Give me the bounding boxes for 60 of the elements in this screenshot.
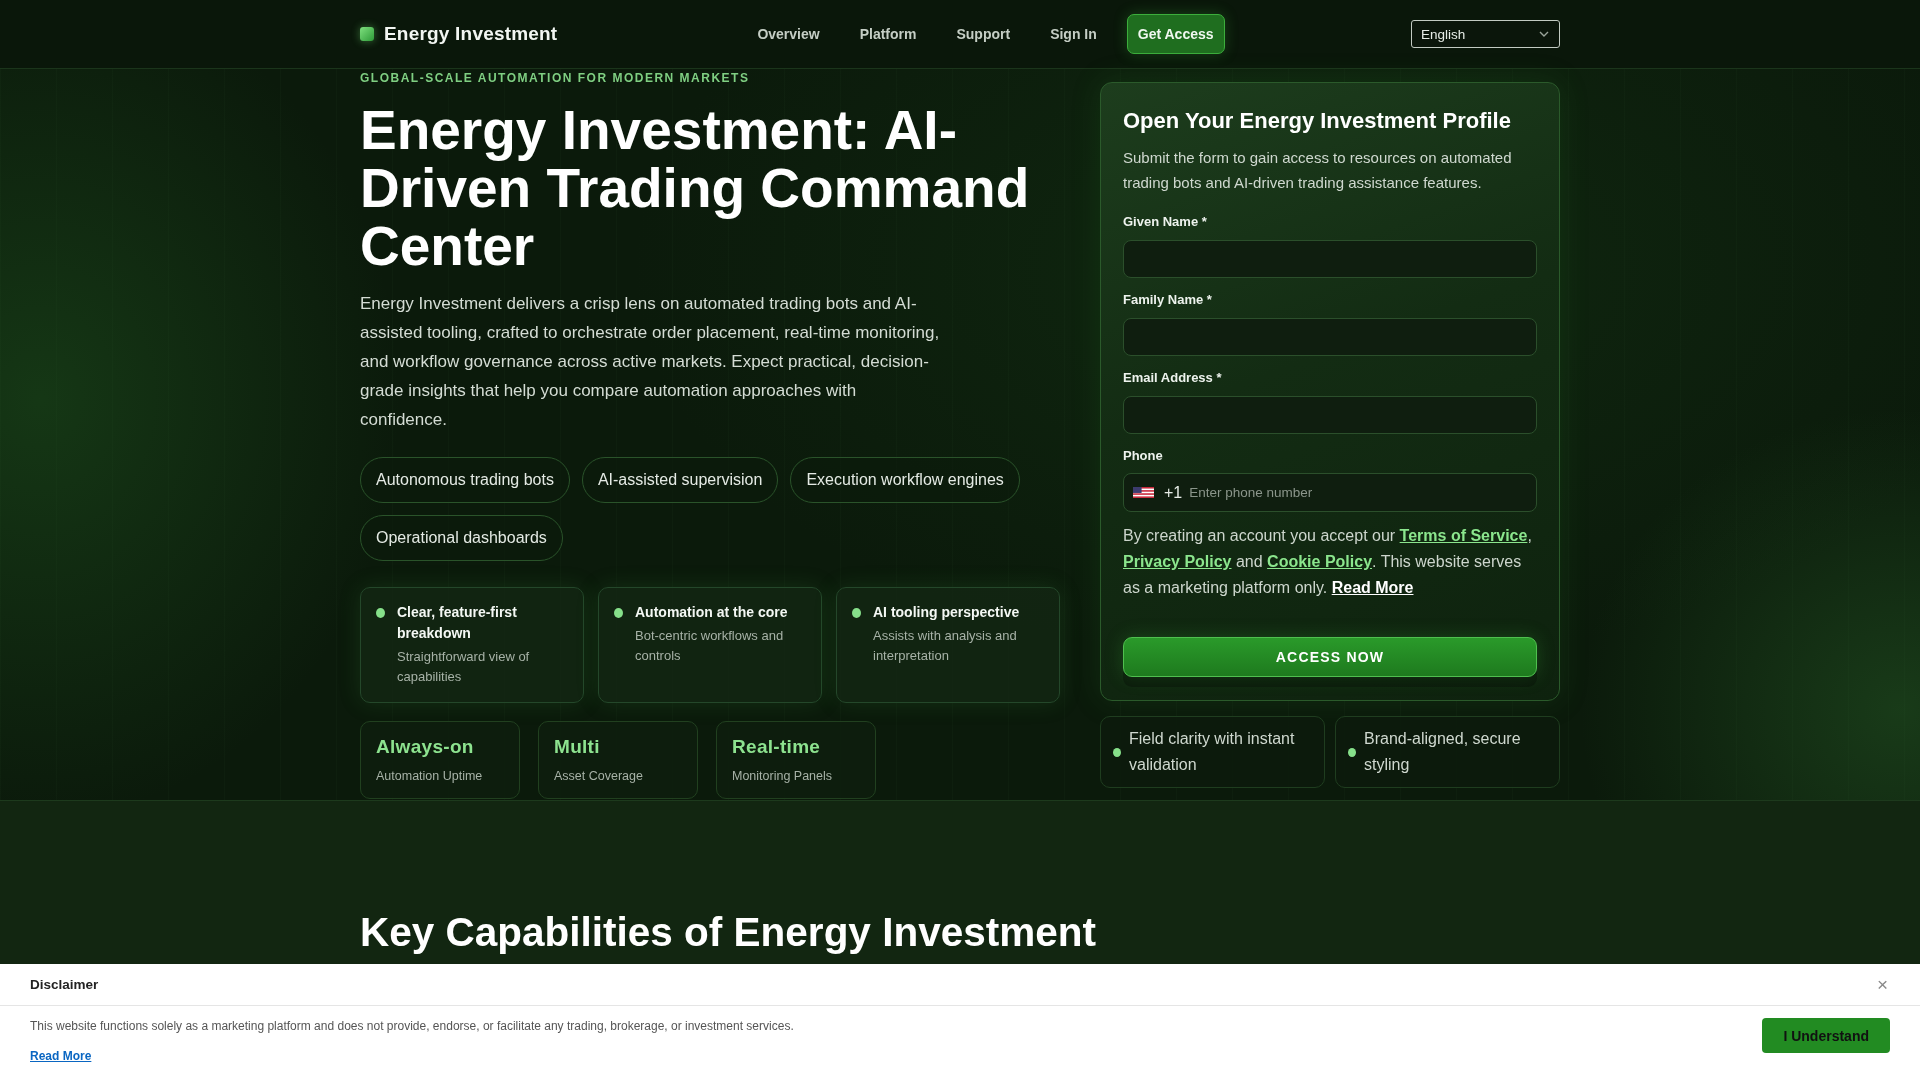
dot-icon [614, 608, 623, 618]
field-label: Email Address * [1123, 370, 1223, 386]
form-title: Open Your Energy Investment Profile [1123, 107, 1512, 135]
topic-tag: Execution workflow engines [790, 457, 1020, 503]
get-access-button[interactable]: Get Access [1126, 14, 1225, 54]
stat-value: Always-on [376, 735, 475, 759]
hero-title: Energy Investment: AI-Driven Trading Command Center [360, 101, 1031, 275]
logo-icon [360, 27, 374, 41]
field-label: Phone [1123, 448, 1164, 464]
highlight-text: Field clarity with instant validation [1129, 729, 1296, 775]
policy-link[interactable]: Terms of Service [1399, 527, 1528, 544]
flag-icon [1133, 487, 1154, 498]
dot-icon [852, 608, 861, 618]
hero-description: Energy Investment delivers a crisp lens on automated trading bots and AI-assisted tooling, crafted to orchestrate order placement, real-time monitoring, and workflow governance across active markets. Expect practical, decision-grade insights that help you compare automation approaches with confidence. [360, 293, 941, 431]
policy-link[interactable]: Privacy Policy [1123, 553, 1232, 570]
read-more-link[interactable]: Read More [1331, 579, 1414, 596]
feature-description: Bot-centric workflows and controls [635, 627, 785, 665]
topic-tag: Autonomous trading bots [360, 457, 570, 503]
feature-title: AI tooling perspective [873, 603, 1021, 622]
language-select[interactable]: English [1411, 20, 1560, 48]
brand-name[interactable]: Energy Investment [384, 23, 558, 45]
disclaimer-title: Disclaimer [30, 977, 99, 992]
dot-icon [1113, 747, 1121, 757]
stat-label: Monitoring Panels [732, 768, 834, 785]
nav-link[interactable]: Support [956, 26, 1011, 42]
section-heading: Key Capabilities of Energy Investment [360, 908, 1097, 956]
close-button[interactable]: × [1876, 974, 1888, 995]
nav-link[interactable]: Sign In [1050, 26, 1097, 42]
feature-title: Automation at the core [635, 603, 789, 622]
consent-text: By creating an account you accept our Terms of Service, Privacy Policy and Cookie Policy. This website serves as a marketing platform only. Read More [1123, 526, 1533, 598]
dot-icon [376, 608, 385, 618]
highlight-text: Brand-aligned, secure styling [1364, 729, 1522, 775]
topic-tag: Operational dashboards [360, 515, 563, 561]
caret-icon [1539, 31, 1549, 37]
feature-description: Assists with analysis and interpretation [873, 627, 1018, 665]
form-subtitle: Submit the form to gain access to resources on automated trading bots and AI-driven trading assistance features. [1123, 148, 1513, 193]
disclaimer-text: This website functions solely as a marketing platform and does not provide, endorse, or facilitate any trading, brokerage, or investment services. [30, 1018, 794, 1034]
input-field[interactable] [1123, 396, 1537, 434]
access-now-button[interactable]: ACCESS NOW [1123, 637, 1537, 677]
stat-value: Multi [554, 735, 601, 759]
read-more-link[interactable]: Read More [30, 1048, 92, 1064]
nav-link[interactable]: Overview [757, 26, 820, 42]
topic-tag: AI-assisted supervision [581, 457, 779, 503]
phone-field[interactable]: +1 Enter phone number [1123, 473, 1537, 512]
nav-link[interactable]: Platform [859, 26, 917, 42]
eyebrow-text: GLOBAL-SCALE AUTOMATION FOR MODERN MARKETS [360, 70, 751, 86]
field-label: Given Name * [1123, 214, 1208, 230]
feature-title: Clear, feature-first breakdown [397, 603, 518, 643]
feature-description: Straightforward view of capabilities [397, 648, 531, 686]
stat-label: Automation Uptime [376, 768, 484, 785]
stat-value: Real-time [732, 735, 822, 759]
understand-button[interactable]: I Understand [1762, 1018, 1890, 1053]
policy-link[interactable]: Cookie Policy [1267, 553, 1373, 570]
phone-number-input[interactable]: Enter phone number [1189, 482, 1527, 503]
input-field[interactable] [1123, 240, 1537, 278]
dot-icon [1348, 747, 1356, 757]
field-label: Family Name * [1123, 292, 1213, 308]
stat-label: Asset Coverage [554, 768, 644, 785]
input-field[interactable] [1123, 318, 1537, 356]
dial-code: +1 [1164, 483, 1183, 502]
